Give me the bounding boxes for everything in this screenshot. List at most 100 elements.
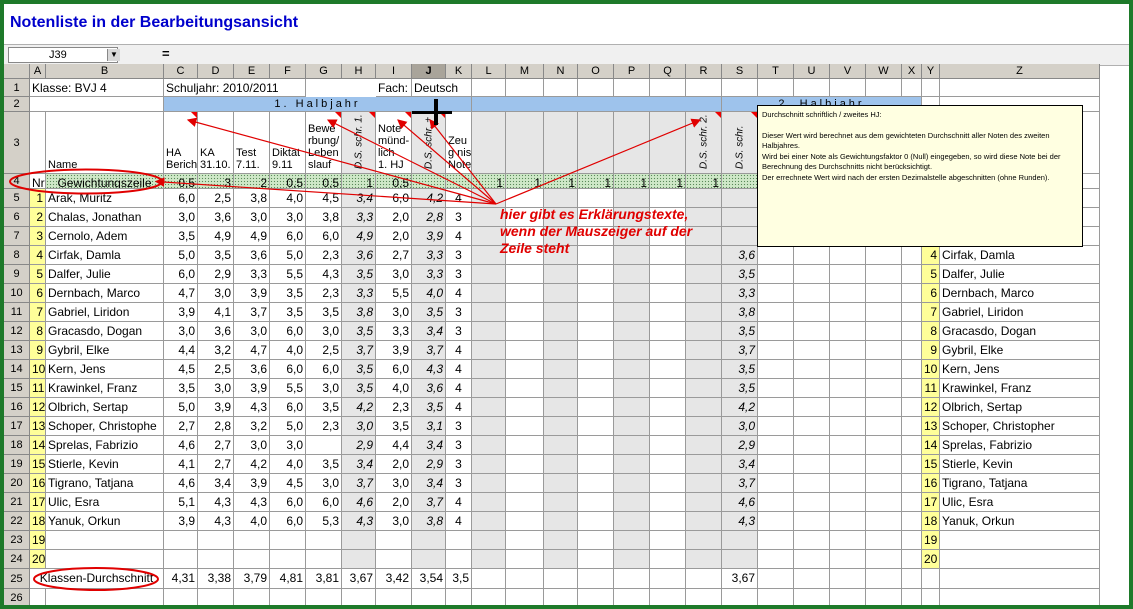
student-name[interactable]: Schoper, Christophe — [46, 417, 164, 436]
cell-empty[interactable] — [578, 79, 614, 97]
grade-cell-empty[interactable] — [544, 417, 578, 436]
grade-cell[interactable]: 4,3 — [198, 512, 234, 531]
row-header-20[interactable]: 20 — [4, 474, 30, 493]
student-nr[interactable]: 11 — [30, 379, 46, 398]
student-nr[interactable]: 10 — [30, 360, 46, 379]
grade-cell-empty[interactable] — [506, 379, 544, 398]
grade-cell-empty[interactable] — [544, 493, 578, 512]
grade-cell-empty[interactable] — [794, 493, 830, 512]
student-name[interactable]: Olbrich, Sertap — [46, 398, 164, 417]
cell-empty[interactable] — [472, 79, 506, 97]
grade-cell-empty[interactable] — [506, 360, 544, 379]
grade-cell-empty[interactable] — [794, 341, 830, 360]
header-note-muendlich[interactable]: Note münd- lich 1. HJ — [376, 112, 412, 174]
grade-cell[interactable]: 4,5 — [164, 360, 198, 379]
row-header-3[interactable]: 3 — [4, 112, 30, 174]
grade-cell-empty[interactable] — [830, 550, 866, 569]
column-header-j[interactable]: J — [412, 64, 446, 79]
student-name[interactable]: Yanuk, Orkun — [46, 512, 164, 531]
zeugnis-cell[interactable]: 4 — [446, 227, 472, 246]
zeugnis-cell[interactable] — [446, 550, 472, 569]
student-nr[interactable]: 16 — [30, 474, 46, 493]
grade-cell-empty[interactable] — [794, 436, 830, 455]
cell-empty[interactable] — [922, 589, 940, 605]
grade-cell-empty[interactable] — [686, 322, 722, 341]
cell-empty-blue[interactable] — [472, 97, 722, 112]
weight-cell[interactable] — [722, 174, 758, 189]
zeugnis-cell[interactable]: 4 — [446, 341, 472, 360]
grade-cell-empty[interactable] — [578, 322, 614, 341]
grade-cell-empty[interactable] — [686, 493, 722, 512]
grade-cell[interactable]: 4,4 — [376, 436, 412, 455]
grade-cell-empty[interactable] — [686, 341, 722, 360]
row-header-23[interactable]: 23 — [4, 531, 30, 550]
grade-cell-empty[interactable] — [472, 493, 506, 512]
grade-avg-cell[interactable]: 3,5 — [342, 265, 376, 284]
grade-cell-empty[interactable] — [650, 512, 686, 531]
grade-avg-cell[interactable] — [342, 531, 376, 550]
grade-cell[interactable]: 4,2 — [234, 455, 270, 474]
class-average-cell[interactable]: 3,42 — [376, 569, 412, 589]
cell-empty-gray[interactable] — [614, 112, 650, 174]
grade-cell-empty[interactable] — [506, 493, 544, 512]
grade-cell[interactable]: 3,9 — [234, 379, 270, 398]
cell-empty[interactable] — [614, 589, 650, 605]
grade-cell[interactable]: 4,5 — [306, 189, 342, 208]
grade-cell[interactable]: 6,0 — [270, 398, 306, 417]
grade-cell-empty[interactable] — [902, 455, 922, 474]
grade-avg-cell[interactable]: 3,5 — [722, 265, 758, 284]
grade-cell-empty[interactable] — [544, 550, 578, 569]
grade-cell-empty[interactable] — [794, 398, 830, 417]
grade-cell[interactable]: 2,3 — [306, 246, 342, 265]
grade-cell-empty[interactable] — [544, 455, 578, 474]
grade-cell-empty[interactable] — [578, 398, 614, 417]
grade-cell-empty[interactable] — [902, 360, 922, 379]
zeugnis-cell[interactable]: 3 — [446, 303, 472, 322]
zeugnis-cell[interactable]: 4 — [446, 398, 472, 417]
grade-cell-empty[interactable] — [578, 341, 614, 360]
grade-avg-cell[interactable] — [722, 189, 758, 208]
grade-cell[interactable] — [376, 550, 412, 569]
column-header-o[interactable]: O — [578, 64, 614, 79]
column-header-i[interactable]: I — [376, 64, 412, 79]
student-nr-right[interactable]: 16 — [922, 474, 940, 493]
class-average-label[interactable]: Klassen-Durchschnitt — [30, 569, 164, 589]
grade-cell[interactable]: 4,3 — [306, 265, 342, 284]
grade-cell-empty[interactable] — [794, 379, 830, 398]
grade-cell[interactable]: 3,5 — [164, 227, 198, 246]
grade-cell[interactable]: 6,0 — [270, 227, 306, 246]
grade-cell-empty[interactable] — [472, 512, 506, 531]
grade-cell[interactable]: 2,7 — [198, 436, 234, 455]
header-ds-schr-muendl[interactable]: D.S. schr. + mündl. — [412, 112, 446, 174]
grade-avg-cell[interactable]: 4,0 — [412, 284, 446, 303]
grade-cell-empty[interactable] — [866, 379, 902, 398]
grade-cell-empty[interactable] — [650, 455, 686, 474]
grade-cell-empty[interactable] — [578, 360, 614, 379]
grade-avg-cell[interactable]: 3,7 — [342, 474, 376, 493]
grade-cell[interactable]: 3,0 — [306, 379, 342, 398]
student-nr-right[interactable]: 19 — [922, 531, 940, 550]
grade-cell[interactable]: 2,8 — [198, 417, 234, 436]
grade-cell[interactable]: 3,0 — [376, 303, 412, 322]
column-header-x[interactable]: X — [902, 64, 922, 79]
grade-cell-empty[interactable] — [472, 322, 506, 341]
grade-cell-empty[interactable] — [794, 360, 830, 379]
column-header-h[interactable]: H — [342, 64, 376, 79]
student-name-right[interactable]: Krawinkel, Franz — [940, 379, 1100, 398]
grade-cell-empty[interactable] — [686, 360, 722, 379]
grade-avg-cell[interactable]: 3,0 — [342, 417, 376, 436]
student-name-right[interactable] — [940, 550, 1100, 569]
cell-empty[interactable] — [902, 79, 922, 97]
cell-empty[interactable] — [902, 569, 922, 589]
student-name-right[interactable]: Ulic, Esra — [940, 493, 1100, 512]
grade-cell-empty[interactable] — [686, 512, 722, 531]
grade-cell-empty[interactable] — [578, 550, 614, 569]
grade-avg-cell[interactable] — [722, 208, 758, 227]
grade-avg-cell[interactable]: 4,2 — [342, 398, 376, 417]
grade-cell[interactable]: 3,6 — [234, 360, 270, 379]
half-year-1-header[interactable]: 1. Halbjahr — [164, 97, 472, 112]
cell-empty[interactable] — [758, 569, 794, 589]
cell-empty[interactable] — [30, 112, 46, 174]
grade-cell-empty[interactable] — [866, 455, 902, 474]
grade-cell[interactable]: 3,5 — [306, 398, 342, 417]
